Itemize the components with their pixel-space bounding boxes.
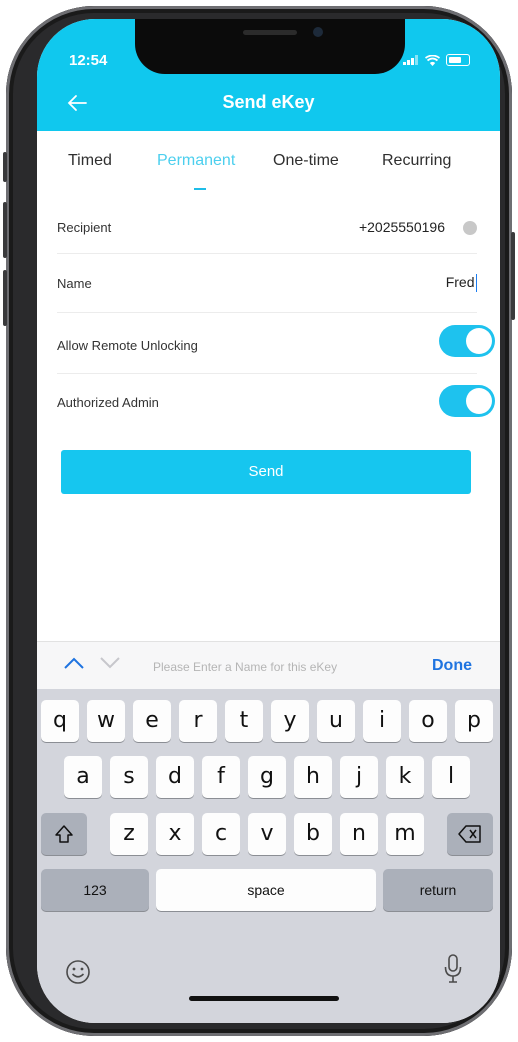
key-e[interactable]: e [133, 700, 171, 742]
keyboard: q w e r t y u i o p a s d f g h j k l z … [37, 689, 500, 1023]
remote-unlocking-row: Allow Remote Unlocking [57, 313, 495, 374]
key-m[interactable]: m [386, 813, 424, 855]
tab-timed[interactable]: Timed [68, 152, 112, 170]
key-i[interactable]: i [363, 700, 401, 742]
key-o[interactable]: o [409, 700, 447, 742]
page-title: Send eKey [222, 92, 315, 112]
signal-icon [403, 55, 418, 65]
tab-recurring[interactable]: Recurring [382, 152, 451, 170]
toggle-knob [466, 328, 492, 354]
done-button[interactable]: Done [432, 657, 472, 675]
nav-bar: Send eKey [37, 75, 500, 131]
volume-up-button [3, 202, 7, 258]
key-n[interactable]: n [340, 813, 378, 855]
authorized-admin-toggle[interactable] [439, 385, 495, 417]
status-icons [403, 54, 470, 66]
app-screen: 12:54 Send eKey Timed Permanent One-time… [37, 19, 500, 1023]
key-f[interactable]: f [202, 756, 240, 798]
key-x[interactable]: x [156, 813, 194, 855]
numbers-key[interactable]: 123 [41, 869, 149, 911]
home-indicator[interactable] [189, 996, 339, 1001]
active-tab-indicator [194, 188, 206, 190]
name-input-text: Fred [445, 274, 475, 290]
keyboard-hint: Please Enter a Name for this eKey [153, 660, 338, 674]
key-a[interactable]: a [64, 756, 102, 798]
name-row[interactable]: Name Fred [57, 254, 477, 313]
battery-icon [446, 54, 470, 66]
authorized-admin-row: Authorized Admin [57, 374, 495, 428]
recipient-row[interactable]: Recipient +2025550196 [57, 201, 477, 254]
send-button[interactable]: Send [61, 450, 471, 494]
key-u[interactable]: u [317, 700, 355, 742]
tab-one-time[interactable]: One-time [273, 152, 339, 170]
microphone-icon[interactable] [443, 953, 463, 985]
contact-icon[interactable] [463, 221, 477, 235]
key-c[interactable]: c [202, 813, 240, 855]
key-h[interactable]: h [294, 756, 332, 798]
remote-unlocking-label: Allow Remote Unlocking [57, 338, 198, 353]
name-label: Name [57, 276, 92, 291]
key-r[interactable]: r [179, 700, 217, 742]
backspace-icon [458, 825, 481, 843]
volume-down-button [3, 270, 7, 326]
key-l[interactable]: l [432, 756, 470, 798]
name-input[interactable]: Fred [445, 274, 477, 293]
key-s[interactable]: s [110, 756, 148, 798]
return-key[interactable]: return [383, 869, 493, 911]
key-d[interactable]: d [156, 756, 194, 798]
key-b[interactable]: b [294, 813, 332, 855]
key-z[interactable]: z [110, 813, 148, 855]
key-j[interactable]: j [340, 756, 378, 798]
key-y[interactable]: y [271, 700, 309, 742]
notch [135, 19, 405, 74]
front-camera [313, 27, 323, 37]
status-time: 12:54 [69, 52, 108, 69]
shift-key[interactable] [41, 813, 87, 855]
emoji-icon[interactable] [65, 959, 91, 985]
key-w[interactable]: w [87, 700, 125, 742]
toggle-knob [466, 388, 492, 414]
silent-switch [3, 152, 7, 182]
wifi-icon [425, 54, 440, 66]
key-g[interactable]: g [248, 756, 286, 798]
key-q[interactable]: q [41, 700, 79, 742]
shift-icon [55, 825, 73, 843]
tab-permanent[interactable]: Permanent [157, 152, 235, 170]
authorized-admin-label: Authorized Admin [57, 395, 159, 410]
key-k[interactable]: k [386, 756, 424, 798]
key-v[interactable]: v [248, 813, 286, 855]
remote-unlocking-toggle[interactable] [439, 325, 495, 357]
space-key[interactable]: space [156, 869, 376, 911]
key-p[interactable]: p [455, 700, 493, 742]
backspace-key[interactable] [447, 813, 493, 855]
recipient-value[interactable]: +2025550196 [359, 219, 445, 235]
status-bar: 12:54 [37, 19, 500, 75]
speaker-grille [243, 30, 297, 35]
chevron-down-icon[interactable] [99, 656, 121, 670]
chevron-up-icon[interactable] [63, 656, 85, 670]
keyboard-toolbar: Please Enter a Name for this eKey Done [37, 641, 500, 690]
text-cursor [475, 274, 477, 293]
key-t[interactable]: t [225, 700, 263, 742]
tab-bar: Timed Permanent One-time Recurring [37, 131, 500, 191]
power-button [511, 232, 515, 320]
recipient-label: Recipient [57, 220, 112, 235]
